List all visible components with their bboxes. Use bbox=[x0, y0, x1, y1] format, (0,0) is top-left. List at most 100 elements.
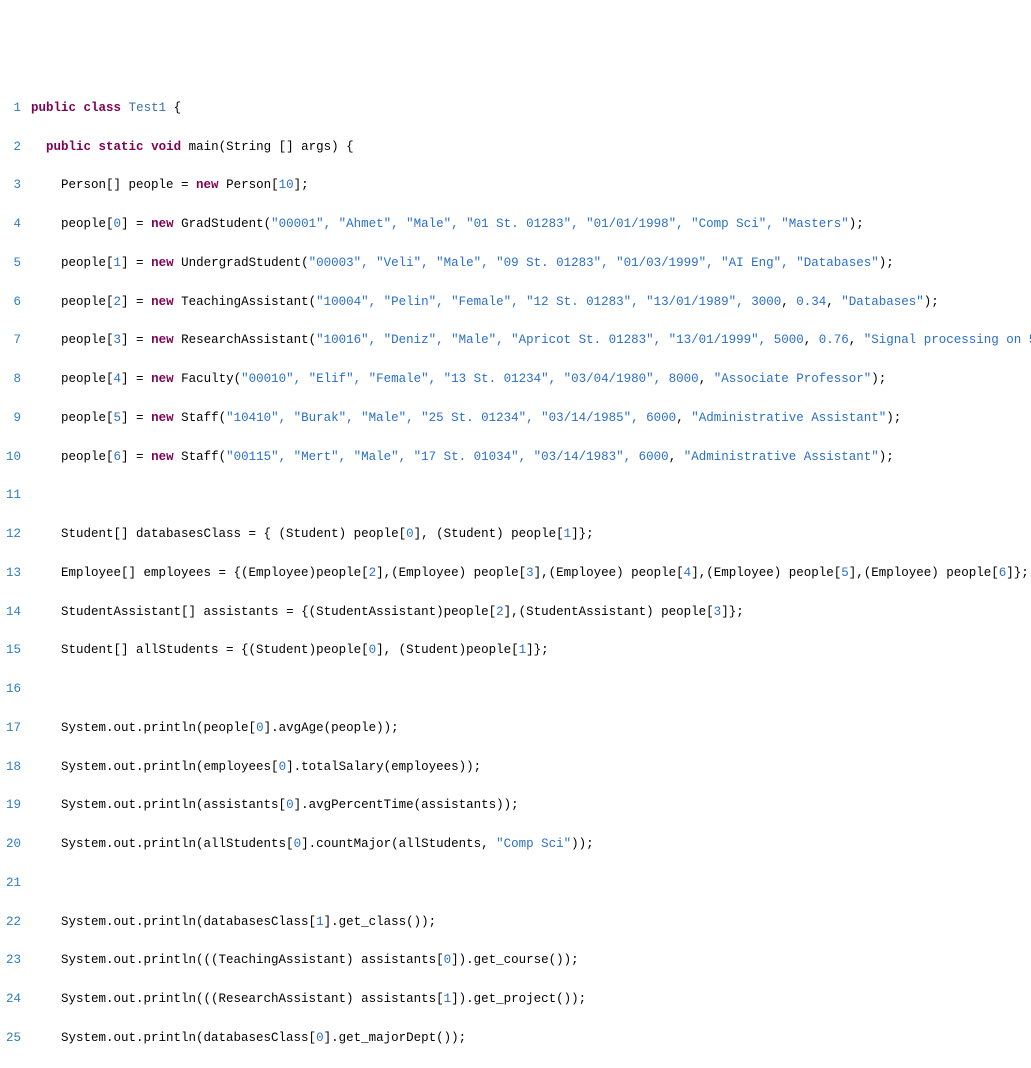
string-literal: "00001", "Ahmet", "Male", "01 St. 01283"… bbox=[271, 217, 849, 231]
code-line: people[4] = new Faculty("00010", "Elif",… bbox=[31, 370, 1031, 389]
number-literal: 10 bbox=[279, 178, 294, 192]
line-number: 5 bbox=[6, 254, 21, 273]
code-text: people[ bbox=[61, 333, 114, 347]
line-number: 20 bbox=[6, 835, 21, 854]
params: (String [] args) bbox=[219, 140, 339, 154]
blank-line bbox=[31, 486, 1031, 505]
keyword: new bbox=[151, 372, 174, 386]
number-literal: 6000 bbox=[646, 411, 676, 425]
number-literal: 4 bbox=[114, 372, 122, 386]
line-number: 15 bbox=[6, 641, 21, 660]
code-text: ]).get_course()); bbox=[451, 953, 579, 967]
blank-line bbox=[31, 874, 1031, 893]
line-number: 9 bbox=[6, 409, 21, 428]
code-line: people[2] = new TeachingAssistant("10004… bbox=[31, 293, 1031, 312]
code-text: , bbox=[669, 450, 684, 464]
code-text: ],(Employee) people[ bbox=[849, 566, 999, 580]
code-line: System.out.println(((TeachingAssistant) … bbox=[31, 951, 1031, 970]
code-text: ].get_class()); bbox=[324, 915, 437, 929]
code-text: ]; bbox=[294, 178, 309, 192]
brace: { bbox=[346, 140, 354, 154]
number-literal: 1 bbox=[519, 643, 527, 657]
code-text: System.out.println(allStudents[ bbox=[61, 837, 294, 851]
code-text: ].totalSalary(employees)); bbox=[286, 760, 481, 774]
type-name: Person bbox=[61, 178, 106, 192]
code-text: ]).get_project()); bbox=[451, 992, 586, 1006]
number-literal: 0 bbox=[286, 798, 294, 812]
number-literal: 1 bbox=[316, 915, 324, 929]
code-text: people[ bbox=[61, 411, 114, 425]
string-literal: "10016", "Deniz", "Male", "Apricot St. 0… bbox=[316, 333, 774, 347]
number-literal: 8000 bbox=[669, 372, 699, 386]
keyword: new bbox=[196, 178, 219, 192]
keyword: new bbox=[151, 411, 174, 425]
line-number: 21 bbox=[6, 874, 21, 893]
code-line: System.out.println(employees[0].totalSal… bbox=[31, 758, 1031, 777]
code-line: people[5] = new Staff("10410", "Burak", … bbox=[31, 409, 1031, 428]
code-text: , bbox=[804, 333, 819, 347]
number-literal: 0.34 bbox=[796, 295, 826, 309]
code-line: Student[] allStudents = {(Student)people… bbox=[31, 641, 1031, 660]
keyword: void bbox=[151, 140, 181, 154]
code-text: , bbox=[699, 372, 714, 386]
code-line: public static void main(String [] args) … bbox=[31, 138, 1031, 157]
brace: { bbox=[174, 101, 182, 115]
type-name: StudentAssistant bbox=[61, 605, 181, 619]
code-text: ] = bbox=[121, 450, 151, 464]
number-literal: 0 bbox=[114, 217, 122, 231]
keyword: new bbox=[151, 256, 174, 270]
code-text: ] = bbox=[121, 295, 151, 309]
string-literal: "Databases" bbox=[841, 295, 924, 309]
code-text: ResearchAssistant( bbox=[174, 333, 317, 347]
code-line: Person[] people = new Person[10]; bbox=[31, 176, 1031, 195]
number-literal: 6 bbox=[114, 450, 122, 464]
type-name: Student bbox=[61, 643, 114, 657]
code-text: ].avgPercentTime(assistants)); bbox=[294, 798, 519, 812]
keyword: new bbox=[151, 450, 174, 464]
code-text: , bbox=[826, 295, 841, 309]
line-number: 16 bbox=[6, 680, 21, 699]
code-line: System.out.println(((ResearchAssistant) … bbox=[31, 990, 1031, 1009]
number-literal: 0 bbox=[279, 760, 287, 774]
code-text: TeachingAssistant( bbox=[174, 295, 317, 309]
code-line: System.out.println(assistants[0].avgPerc… bbox=[31, 796, 1031, 815]
code-line: StudentAssistant[] assistants = {(Studen… bbox=[31, 603, 1031, 622]
number-literal: 0 bbox=[256, 721, 264, 735]
number-literal: 5 bbox=[114, 411, 122, 425]
line-number: 2 bbox=[6, 138, 21, 157]
code-line: Student[] databasesClass = { (Student) p… bbox=[31, 525, 1031, 544]
line-number-gutter: 1 2 3 4 5 6 7 8 9 10 11 12 13 14 15 16 1… bbox=[0, 78, 31, 1068]
code-line: System.out.println(databasesClass[0].get… bbox=[31, 1029, 1031, 1048]
code-text: ); bbox=[886, 411, 901, 425]
code-area[interactable]: public class Test1 { public static void … bbox=[31, 78, 1031, 1068]
number-literal: 3 bbox=[714, 605, 722, 619]
code-text: ]}; bbox=[571, 527, 594, 541]
string-literal: "Signal processing on 5G datasets" bbox=[864, 333, 1031, 347]
string-literal: "Administrative Assistant" bbox=[684, 450, 879, 464]
code-text: ].get_majorDept()); bbox=[324, 1031, 467, 1045]
string-literal: "Associate Professor" bbox=[714, 372, 872, 386]
code-editor: 1 2 3 4 5 6 7 8 9 10 11 12 13 14 15 16 1… bbox=[0, 78, 1031, 1068]
line-number: 13 bbox=[6, 564, 21, 583]
keyword: class bbox=[84, 101, 122, 115]
line-number: 8 bbox=[6, 370, 21, 389]
number-literal: 0 bbox=[316, 1031, 324, 1045]
code-text: ]}; bbox=[1006, 566, 1029, 580]
code-text: System.out.println(people[ bbox=[61, 721, 256, 735]
code-text: ],(Employee) people[ bbox=[534, 566, 684, 580]
code-text: GradStudent( bbox=[174, 217, 272, 231]
code-text: ],(Employee) people[ bbox=[376, 566, 526, 580]
line-number: 23 bbox=[6, 951, 21, 970]
string-literal: "00003", "Veli", "Male", "09 St. 01283",… bbox=[309, 256, 879, 270]
line-number: 1 bbox=[6, 99, 21, 118]
keyword: public bbox=[46, 140, 91, 154]
number-literal: 1 bbox=[444, 992, 452, 1006]
code-text: ],(StudentAssistant) people[ bbox=[504, 605, 714, 619]
code-text: ); bbox=[924, 295, 939, 309]
code-text: people[ bbox=[61, 256, 114, 270]
line-number: 7 bbox=[6, 331, 21, 350]
code-text: System.out.println(((TeachingAssistant) … bbox=[61, 953, 444, 967]
code-text: , bbox=[676, 411, 691, 425]
keyword: static bbox=[99, 140, 144, 154]
code-text: people[ bbox=[61, 450, 114, 464]
